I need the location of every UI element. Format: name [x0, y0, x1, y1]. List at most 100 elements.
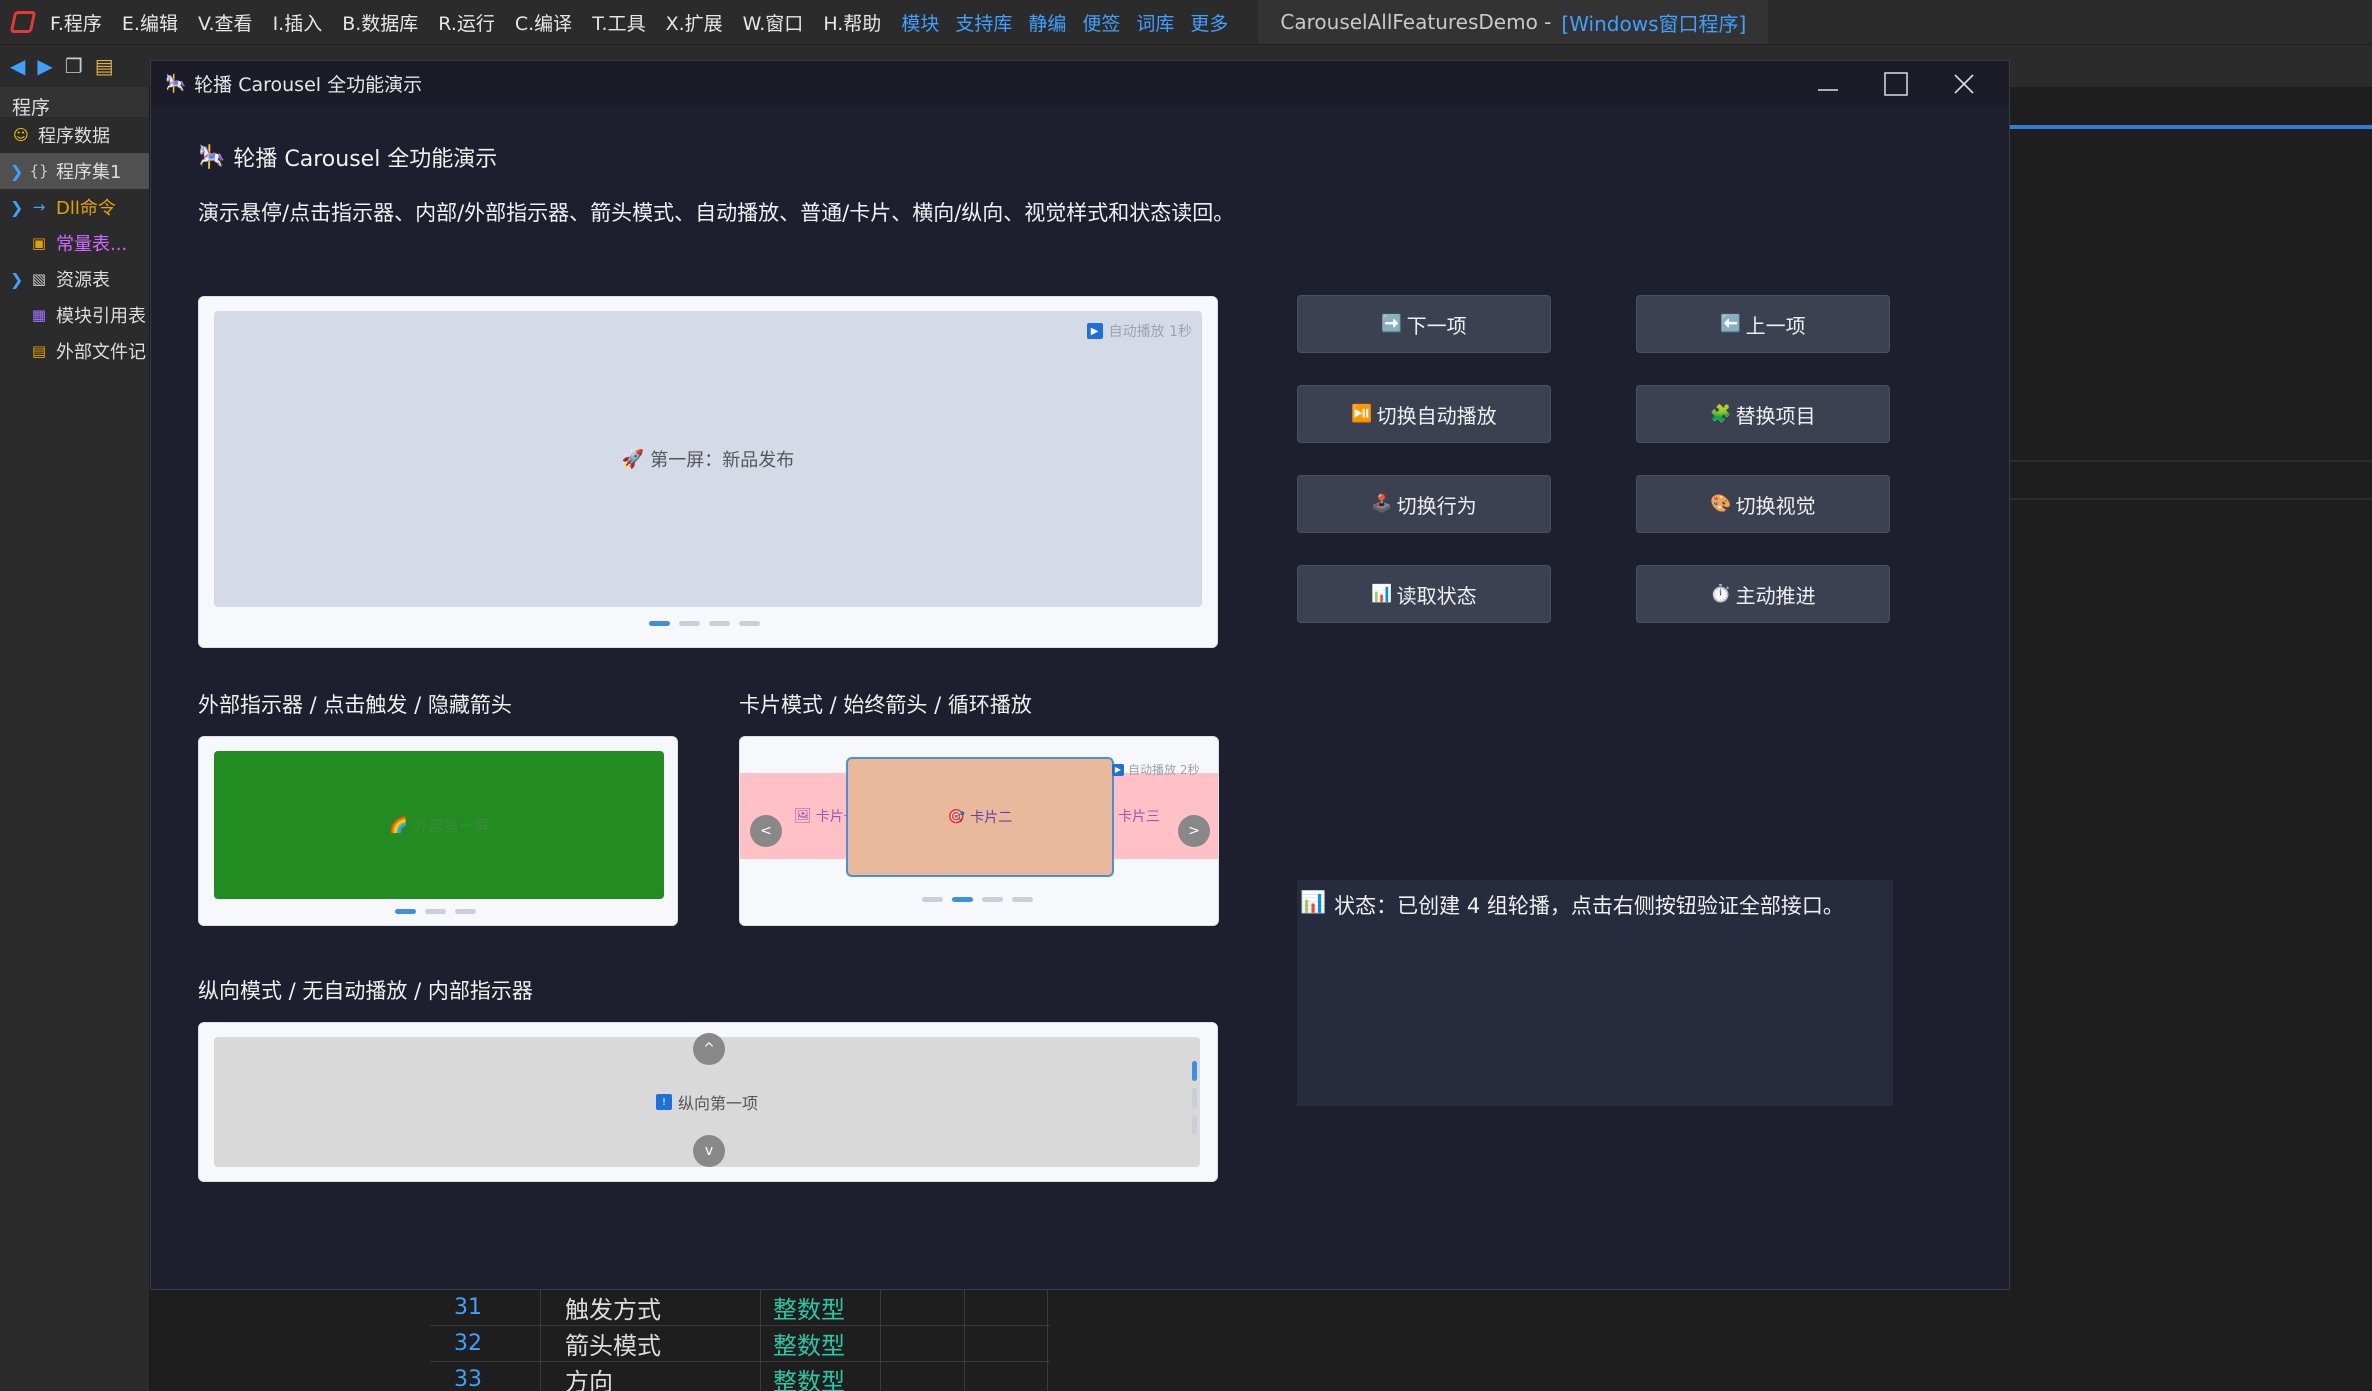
copy-icon[interactable]: ❐ — [65, 54, 83, 78]
tree-item-label: 常量表... — [56, 234, 128, 255]
next-arrow-button[interactable]: > — [1178, 815, 1210, 847]
prev-item-button[interactable]: ⬅️ 上一项 — [1636, 295, 1890, 353]
vertical-carousel[interactable]: ! 纵向第一项 ^ v — [198, 1022, 1218, 1182]
indicator-dots — [649, 621, 760, 626]
next-item-button[interactable]: ➡️ 下一项 — [1297, 295, 1551, 353]
carousel-slide[interactable]: 🚀 第一屏：新品发布 ▶ 自动播放 1秒 — [214, 311, 1202, 607]
tree-item-external-files[interactable]: ▤ 外部文件记 — [0, 333, 149, 369]
link-support-lib[interactable]: 支持库 — [955, 9, 1012, 36]
play-icon: ▶ — [1112, 763, 1124, 776]
row-name: 箭头模式 — [540, 1326, 760, 1361]
slide-text: 第一屏：新品发布 — [650, 450, 795, 471]
card-label: 卡片三 — [1118, 809, 1160, 825]
chevron-right-icon[interactable]: ❯ — [10, 198, 28, 217]
chevron-right-icon[interactable]: ❯ — [10, 162, 28, 181]
menu-view[interactable]: V.查看 — [198, 9, 253, 36]
indicator-dot[interactable] — [649, 621, 670, 626]
module-icon: ▦ — [31, 306, 47, 324]
tree-item-program-data[interactable]: ☺ 程序数据 — [0, 117, 149, 153]
card-label: 卡片二 — [970, 810, 1013, 826]
toggle-behavior-button[interactable]: 🕹️ 切换行为 — [1297, 475, 1551, 533]
indicator-dot[interactable] — [739, 621, 760, 626]
table-row[interactable]: 32 箭头模式 整数型 — [430, 1326, 1050, 1362]
page-heading: 🎠 轮播 Carousel 全功能演示 — [198, 141, 497, 173]
table-row[interactable]: 31 触发方式 整数型 — [430, 1290, 1050, 1326]
card-item-right[interactable]: 卡片三 — [1118, 773, 1160, 859]
carousel-slide[interactable]: 🌈 外部第一屏 — [214, 751, 664, 899]
close-icon — [1954, 73, 1974, 94]
indicator-dot[interactable] — [425, 909, 446, 914]
menu-edit[interactable]: E.编辑 — [122, 9, 178, 36]
menu-extend[interactable]: X.扩展 — [666, 9, 723, 36]
button-label: 替换项目 — [1735, 403, 1816, 428]
indicator-dots — [395, 909, 476, 914]
menu-tools[interactable]: T.工具 — [592, 9, 645, 36]
smiley-icon: ☺ — [13, 126, 29, 144]
indicator-dot[interactable] — [1192, 1061, 1197, 1081]
back-icon[interactable]: ◀ — [10, 54, 25, 78]
menu-insert[interactable]: I.插入 — [273, 9, 323, 36]
rocket-icon: 🚀 — [621, 448, 645, 470]
button-label: 读取状态 — [1396, 583, 1477, 608]
tree-item-dll-commands[interactable]: ❯ → Dll命令 — [0, 189, 149, 225]
target-icon: 🎯 — [947, 809, 966, 825]
card-item-active[interactable]: 🎯 卡片二 — [846, 757, 1114, 877]
ide-document-type: [Windows窗口程序] — [1561, 11, 1747, 36]
card-carousel[interactable]: 🖼 卡片一 🎯 卡片二 卡片三 ▶ 自动播放 2秒 < > — [739, 736, 1219, 926]
tree-item-resources[interactable]: ❯ ▧ 资源表 — [0, 261, 149, 297]
read-status-button[interactable]: 📊 读取状态 — [1297, 565, 1551, 623]
info-icon: ! — [655, 1094, 672, 1110]
external-indicator-carousel[interactable]: 🌈 外部第一屏 — [198, 736, 678, 926]
indicator-dot[interactable] — [679, 621, 700, 626]
link-notes[interactable]: 便签 — [1082, 9, 1120, 36]
replace-items-button[interactable]: 🧩 替换项目 — [1636, 385, 1890, 443]
chevron-right-icon[interactable]: ❯ — [10, 270, 28, 289]
indicator-dot[interactable] — [952, 897, 973, 902]
menu-run[interactable]: R.运行 — [438, 9, 495, 36]
dll-icon: → — [32, 198, 46, 216]
link-lexicon[interactable]: 词库 — [1136, 9, 1174, 36]
link-modules[interactable]: 模块 — [901, 9, 939, 36]
menu-database[interactable]: B.数据库 — [342, 9, 418, 36]
toggle-visual-button[interactable]: 🎨 切换视觉 — [1636, 475, 1890, 533]
ide-sidebar: 程序 ☺ 程序数据 ❯ {} 程序集1 ❯ → Dll命令 ▣ 常量表... ❯… — [0, 87, 150, 1391]
menu-program[interactable]: F.程序 — [50, 9, 102, 36]
button-label: 切换行为 — [1396, 493, 1477, 518]
indicator-dot[interactable] — [395, 909, 416, 914]
down-arrow-button[interactable]: v — [693, 1135, 725, 1167]
forward-icon[interactable]: ▶ — [37, 54, 52, 78]
indicator-dot[interactable] — [982, 897, 1003, 902]
open-folder-icon[interactable]: ▤ — [95, 54, 114, 78]
menu-compile[interactable]: C.编译 — [515, 9, 572, 36]
tree-item-assembly1[interactable]: ❯ {} 程序集1 — [0, 153, 149, 189]
tree-item-module-refs[interactable]: ▦ 模块引用表 — [0, 297, 149, 333]
autoplay-badge: ▶ 自动播放 2秒 — [1112, 761, 1199, 778]
up-arrow-button[interactable]: ^ — [693, 1033, 725, 1065]
manual-advance-button[interactable]: ⏱️ 主动推进 — [1636, 565, 1890, 623]
braces-icon: {} — [29, 162, 49, 180]
status-panel: 📊 状态：已创建 4 组轮播，点击右侧按钮验证全部接口。 — [1297, 880, 1893, 1106]
table-row[interactable]: 33 方向 整数型 — [430, 1362, 1050, 1391]
page-description: 演示悬停/点击指示器、内部/外部指示器、箭头模式、自动播放、普通/卡片、横向/纵… — [198, 201, 1235, 225]
tree-item-constants[interactable]: ▣ 常量表... — [0, 225, 149, 261]
prev-arrow-button[interactable]: < — [750, 815, 782, 847]
indicator-dot[interactable] — [455, 909, 476, 914]
menu-help[interactable]: H.帮助 — [823, 9, 881, 36]
ide-document-tab[interactable]: CarouselAllFeaturesDemo - [Windows窗口程序] — [1258, 0, 1769, 44]
tree-item-label: Dll命令 — [56, 198, 116, 219]
close-button[interactable] — [1930, 61, 1998, 106]
maximize-button[interactable] — [1862, 61, 1930, 106]
sidebar-header: 程序 — [0, 87, 149, 119]
link-more[interactable]: 更多 — [1190, 9, 1228, 36]
main-carousel[interactable]: 🚀 第一屏：新品发布 ▶ 自动播放 1秒 — [198, 296, 1218, 648]
menu-window[interactable]: W.窗口 — [743, 9, 804, 36]
indicator-dot[interactable] — [1192, 1088, 1197, 1108]
window-titlebar[interactable]: 🎠 轮播 Carousel 全功能演示 — [151, 61, 2009, 106]
indicator-dot[interactable] — [709, 621, 730, 626]
indicator-dot[interactable] — [1012, 897, 1033, 902]
indicator-dot[interactable] — [1192, 1115, 1197, 1135]
link-static-compile[interactable]: 静编 — [1028, 9, 1066, 36]
indicator-dot[interactable] — [922, 897, 943, 902]
minimize-button[interactable] — [1794, 61, 1862, 106]
toggle-autoplay-button[interactable]: ⏯️ 切换自动播放 — [1297, 385, 1551, 443]
